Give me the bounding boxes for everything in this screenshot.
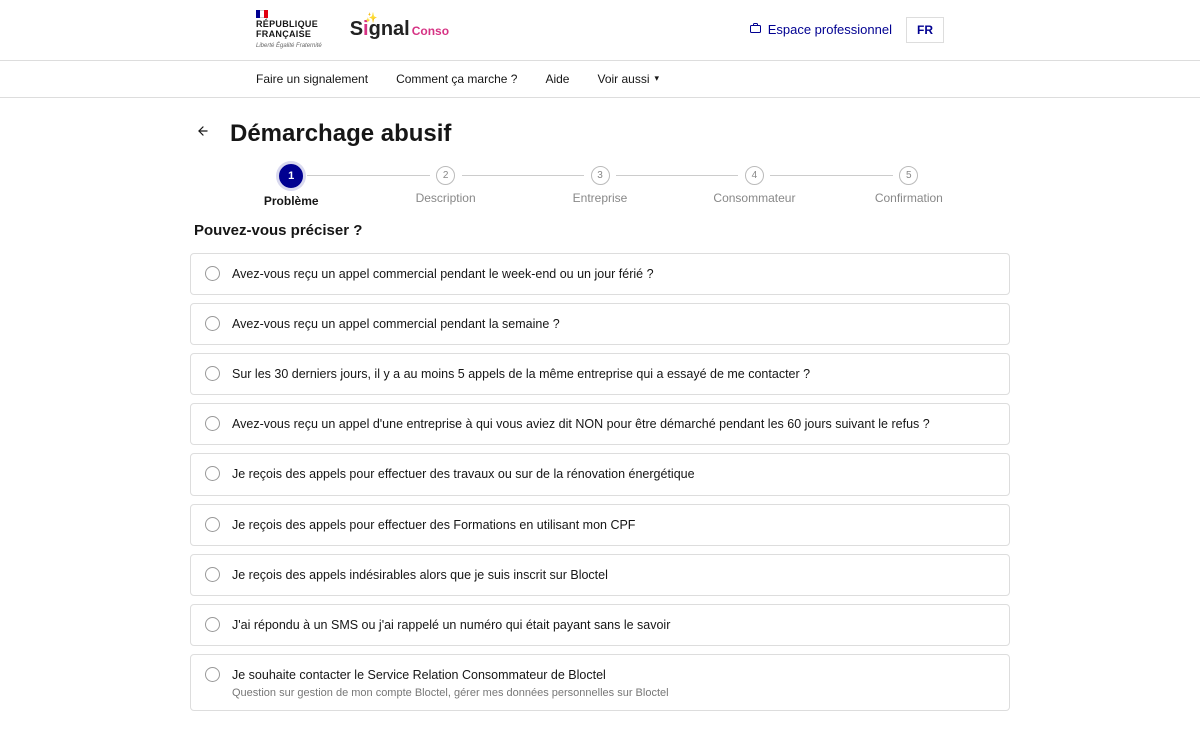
gov-motto: Liberté Égalité Fraternité: [256, 43, 322, 50]
option-weekday[interactable]: Avez-vous reçu un appel commercial penda…: [190, 303, 1010, 345]
page-title: Démarchage abusif: [230, 120, 451, 148]
option-label: J'ai répondu à un SMS ou j'ai rappelé un…: [232, 616, 670, 634]
step-consommateur: 4 Consommateur: [677, 166, 831, 208]
main: Démarchage abusif 1 Problème 2 Descripti…: [190, 98, 1010, 751]
gov-logo: RÉPUBLIQUE FRANÇAISE Liberté Égalité Fra…: [256, 10, 322, 50]
option-label: Je souhaite contacter le Service Relatio…: [232, 668, 606, 682]
radio-icon: [205, 366, 220, 381]
step-label: Consommateur: [713, 191, 795, 205]
header-left: RÉPUBLIQUE FRANÇAISE Liberté Égalité Fra…: [256, 10, 449, 50]
step-number: 3: [591, 166, 610, 185]
step-number: 1: [279, 164, 303, 188]
logo-s: S: [350, 18, 363, 40]
arrow-left-icon: [194, 124, 212, 138]
option-bloctel[interactable]: Je reçois des appels indésirables alors …: [190, 554, 1010, 596]
option-label: Avez-vous reçu un appel d'une entreprise…: [232, 415, 930, 433]
option-label: Avez-vous reçu un appel commercial penda…: [232, 265, 654, 283]
radio-icon: [205, 667, 220, 682]
radio-icon: [205, 567, 220, 582]
nav-item-comment[interactable]: Comment ça marche ?: [396, 61, 517, 97]
chevron-down-icon: ▾: [655, 73, 660, 84]
signalconso-logo[interactable]: S✨ignal Conso: [350, 18, 449, 41]
radio-icon: [205, 266, 220, 281]
step-number: 5: [899, 166, 918, 185]
option-said-no[interactable]: Avez-vous reçu un appel d'une entreprise…: [190, 403, 1010, 445]
step-entreprise: 3 Entreprise: [523, 166, 677, 208]
title-row: Démarchage abusif: [190, 120, 1010, 148]
nav-inner: Faire un signalement Comment ça marche ?…: [0, 61, 1200, 97]
logo-conso: Conso: [412, 24, 449, 38]
stepper: 1 Problème 2 Description 3 Entreprise 4 …: [190, 166, 1010, 208]
nav-voir-aussi-label: Voir aussi: [597, 72, 649, 86]
option-sublabel: Question sur gestion de mon compte Bloct…: [232, 687, 669, 699]
option-cpf[interactable]: Je reçois des appels pour effectuer des …: [190, 504, 1010, 546]
radio-icon: [205, 517, 220, 532]
step-label: Entreprise: [573, 191, 628, 205]
language-button[interactable]: FR: [906, 17, 944, 43]
radio-icon: [205, 466, 220, 481]
option-5-calls[interactable]: Sur les 30 derniers jours, il y a au moi…: [190, 353, 1010, 395]
step-confirmation: 5 Confirmation: [832, 166, 986, 208]
option-sms-premium[interactable]: J'ai répondu à un SMS ou j'ai rappelé un…: [190, 604, 1010, 646]
logo-i: ✨i: [363, 18, 369, 40]
radio-icon: [205, 416, 220, 431]
nav-item-voir-aussi[interactable]: Voir aussi ▾: [597, 61, 659, 97]
question-heading: Pouvez-vous préciser ?: [190, 222, 1010, 239]
radio-icon: [205, 617, 220, 632]
step-description: 2 Description: [368, 166, 522, 208]
step-label: Description: [416, 191, 476, 205]
option-weekend-holiday[interactable]: Avez-vous reçu un appel commercial penda…: [190, 253, 1010, 295]
step-number: 2: [436, 166, 455, 185]
sparkle-icon: ✨: [365, 13, 377, 24]
header-inner: RÉPUBLIQUE FRANÇAISE Liberté Égalité Fra…: [0, 0, 1200, 60]
option-label: Je reçois des appels pour effectuer des …: [232, 465, 695, 483]
nav-item-signalement[interactable]: Faire un signalement: [256, 61, 368, 97]
step-label: Confirmation: [875, 191, 943, 205]
option-label: Je reçois des appels pour effectuer des …: [232, 516, 635, 534]
gov-flag-icon: [256, 10, 322, 18]
gov-label-2: FRANÇAISE: [256, 30, 322, 40]
option-contact-bloctel[interactable]: Je souhaite contacter le Service Relatio…: [190, 654, 1010, 711]
nav-bar: Faire un signalement Comment ça marche ?…: [0, 61, 1200, 98]
header-right: Espace professionnel FR: [749, 17, 944, 43]
option-label: Je reçois des appels indésirables alors …: [232, 566, 608, 584]
options-list: Avez-vous reçu un appel commercial penda…: [190, 253, 1010, 711]
step-label: Problème: [264, 194, 319, 208]
nav-item-aide[interactable]: Aide: [545, 61, 569, 97]
option-label: Sur les 30 derniers jours, il y a au moi…: [232, 365, 810, 383]
header: RÉPUBLIQUE FRANÇAISE Liberté Égalité Fra…: [0, 0, 1200, 61]
radio-icon: [205, 316, 220, 331]
step-number: 4: [745, 166, 764, 185]
espace-pro-link[interactable]: Espace professionnel: [749, 22, 892, 37]
step-probleme: 1 Problème: [214, 166, 368, 208]
back-button[interactable]: [190, 120, 216, 147]
espace-pro-label: Espace professionnel: [768, 22, 892, 37]
option-renovation[interactable]: Je reçois des appels pour effectuer des …: [190, 453, 1010, 495]
option-label: Avez-vous reçu un appel commercial penda…: [232, 315, 560, 333]
briefcase-icon: [749, 22, 762, 37]
